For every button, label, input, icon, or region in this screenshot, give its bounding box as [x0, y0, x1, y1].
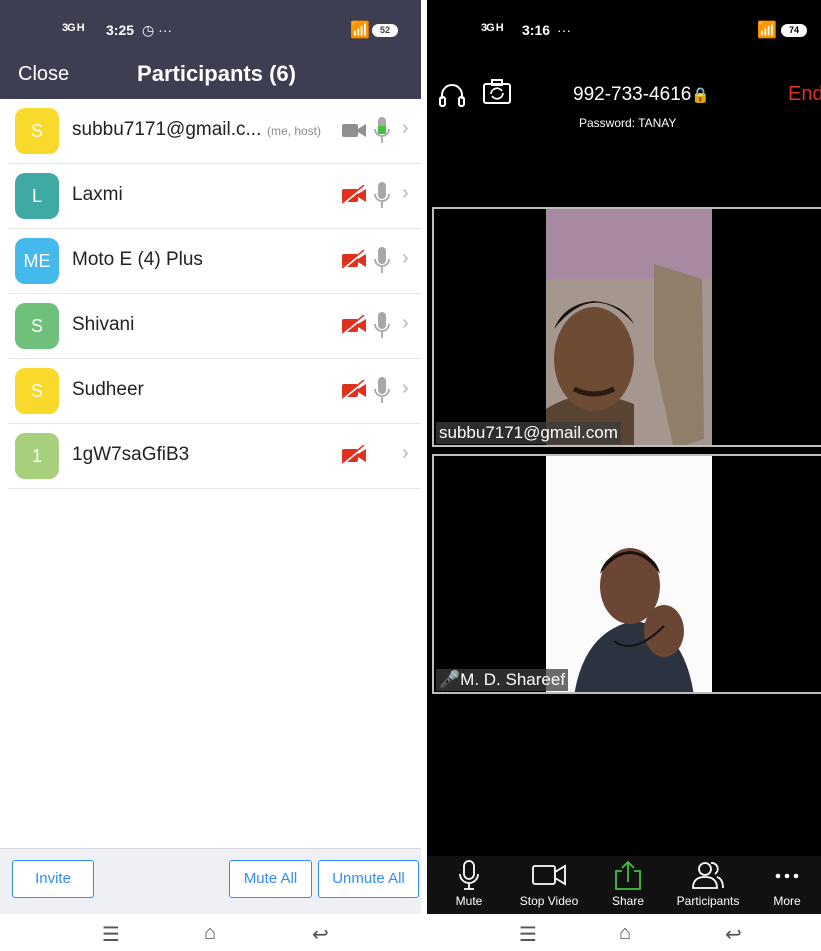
video-name-text: M. D. Shareef	[460, 670, 566, 689]
participants-button[interactable]: Participants	[671, 856, 745, 914]
signal-indicator: 3G H	[481, 22, 504, 34]
video-off-icon	[341, 445, 366, 465]
participant-row[interactable]: 1 1gW7saGfiB3 ›	[8, 424, 421, 489]
signal-indicator: 3G H	[62, 22, 85, 34]
video-tile[interactable]: 🎤M. D. Shareef	[432, 454, 821, 694]
microphone-icon	[459, 860, 479, 890]
video-off-icon	[341, 315, 366, 335]
meeting-id-text: 992-733-4616	[573, 84, 692, 105]
home-icon[interactable]: ⌂	[204, 922, 216, 945]
meeting-toolbar: Mute Stop Video Share Participants More	[427, 856, 821, 914]
video-off-icon	[341, 185, 366, 205]
video-name-label: subbu7171@gmail.com	[436, 422, 621, 444]
participant-row[interactable]: S Shivani ›	[8, 294, 421, 359]
mute-label: Mute	[455, 894, 483, 908]
microphone-icon	[374, 377, 390, 403]
participants-icon	[692, 862, 724, 889]
participant-name: Shivani	[72, 314, 135, 335]
system-nav-bar: ☰ ⌂ ↩	[0, 914, 421, 951]
participant-video	[434, 209, 821, 445]
back-icon[interactable]: ↩	[312, 922, 329, 947]
share-icon	[615, 860, 641, 890]
more-icon	[775, 873, 799, 879]
wifi-icon: 📶	[757, 22, 777, 39]
participant-video	[434, 456, 821, 692]
avatar: S	[15, 108, 59, 154]
lock-icon: 🔒	[691, 87, 711, 104]
participants-screen: 3G H 3:25 ◷ ··· 📶 52 Close Participants …	[0, 0, 421, 951]
status-time: 3:25	[106, 22, 135, 38]
chevron-right-icon: ›	[402, 442, 409, 464]
chevron-right-icon: ›	[402, 377, 409, 399]
video-tile[interactable]: subbu7171@gmail.com	[432, 207, 821, 447]
microphone-icon	[374, 182, 390, 208]
menu-icon[interactable]: ☰	[102, 922, 120, 947]
participants-header: Close Participants (6)	[0, 55, 421, 99]
avatar: S	[15, 368, 59, 414]
participant-name: Laxmi	[72, 184, 123, 205]
camera-switch-icon[interactable]	[482, 79, 512, 105]
status-bar: 3G H 3:25 ◷ ··· 📶 52	[0, 0, 421, 55]
status-bar: 3G H 3:16 ··· 📶 74	[427, 0, 821, 55]
menu-icon[interactable]: ☰	[519, 922, 537, 947]
avatar: S	[15, 303, 59, 349]
video-off-icon	[341, 250, 366, 270]
wifi-icon: 📶	[350, 22, 370, 39]
meeting-password: Password: TANAY	[579, 116, 677, 130]
mute-all-button[interactable]: Mute All	[229, 860, 312, 898]
meeting-id[interactable]: 992-733-4616🔒	[573, 84, 710, 106]
stop-video-label: Stop Video	[519, 894, 579, 908]
status-time: 3:16	[522, 22, 551, 38]
page-title: Participants (6)	[137, 61, 296, 86]
participants-label: Participants	[676, 894, 740, 908]
battery-indicator: 74	[781, 24, 807, 37]
chevron-right-icon: ›	[402, 117, 409, 139]
more-button[interactable]: More	[767, 856, 807, 914]
participant-name: 1gW7saGfiB3	[72, 444, 190, 465]
more-label: More	[773, 894, 801, 908]
participant-actions-bar: Invite Mute All Unmute All	[0, 848, 421, 914]
status-notifications: ◷ ···	[142, 22, 173, 38]
system-nav-bar: ☰ ⌂ ↩	[427, 914, 821, 951]
end-meeting-button[interactable]: End	[788, 83, 821, 106]
avatar: ME	[15, 238, 59, 284]
meeting-screen: 3G H 3:16 ··· 📶 74 992-733-4616🔒 Passwor…	[427, 0, 821, 951]
participant-role-tag: (me, host)	[267, 124, 322, 138]
video-off-icon	[341, 380, 366, 400]
avatar: L	[15, 173, 59, 219]
video-on-icon	[342, 124, 366, 137]
microphone-icon	[374, 247, 390, 273]
microphone-icon	[374, 312, 390, 338]
unmute-all-button[interactable]: Unmute All	[318, 860, 419, 898]
participant-name: Moto E (4) Plus	[72, 249, 203, 270]
video-camera-icon	[532, 864, 566, 886]
battery-indicator: 52	[372, 24, 398, 37]
headphones-icon[interactable]	[437, 81, 467, 111]
status-notifications: ···	[557, 22, 571, 38]
participant-row[interactable]: L Laxmi ›	[8, 164, 421, 229]
participant-row[interactable]: ME Moto E (4) Plus ›	[8, 229, 421, 294]
back-icon[interactable]: ↩	[725, 922, 742, 947]
stop-video-button[interactable]: Stop Video	[515, 856, 583, 914]
participant-name: Sudheer	[72, 379, 144, 400]
invite-button[interactable]: Invite	[12, 860, 94, 898]
microphone-icon	[374, 117, 390, 143]
home-icon[interactable]: ⌂	[619, 922, 631, 945]
video-name-label: 🎤M. D. Shareef	[436, 669, 569, 691]
avatar: 1	[15, 433, 59, 479]
chevron-right-icon: ›	[402, 247, 409, 269]
mute-button[interactable]: Mute	[449, 856, 489, 914]
meeting-top-bar: 992-733-4616🔒 Password: TANAY End	[427, 75, 821, 135]
chevron-right-icon: ›	[402, 312, 409, 334]
participant-name: subbu7171@gmail.c...	[72, 119, 262, 140]
chevron-right-icon: ›	[402, 182, 409, 204]
share-button[interactable]: Share	[607, 856, 649, 914]
muted-mic-icon: 🎤	[439, 670, 461, 689]
participant-row[interactable]: Ssubbu7171@gmail.c... (me, host) ›	[8, 99, 421, 164]
participant-list: Ssubbu7171@gmail.c... (me, host) › L Laxmi › M…	[8, 99, 421, 489]
participant-row[interactable]: S Sudheer ›	[8, 359, 421, 424]
share-label: Share	[611, 894, 645, 908]
